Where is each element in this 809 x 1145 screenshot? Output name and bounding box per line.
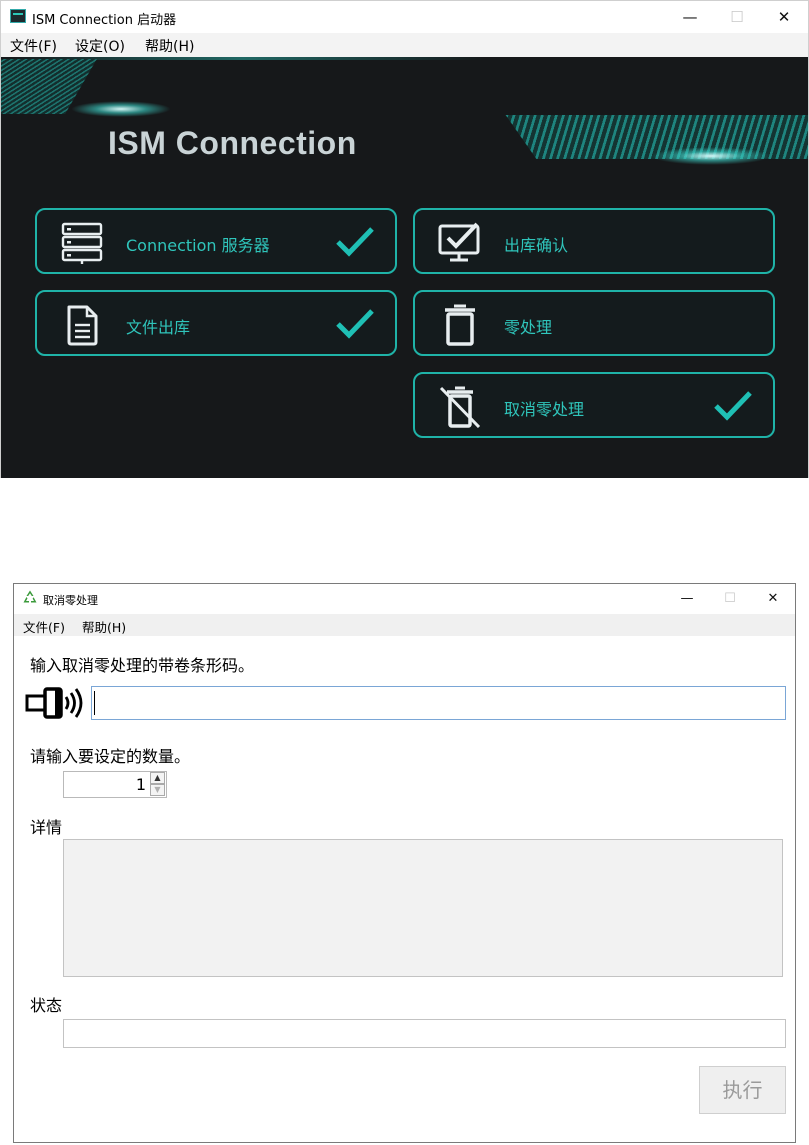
stepper-down-button[interactable]: ▼ — [150, 784, 165, 796]
stepper-up-button[interactable]: ▲ — [150, 772, 165, 784]
quantity-prompt: 请输入要设定的数量。 — [30, 747, 191, 766]
quantity-value: 1 — [135, 775, 146, 794]
text-cursor — [94, 691, 95, 715]
details-label: 详情 — [30, 818, 63, 837]
launcher-titlebar: ISM Connection 启动器 — ☐ ✕ — [1, 1, 808, 33]
menu-file[interactable]: 文件(F) — [10, 36, 57, 56]
status-label: 状态 — [30, 996, 63, 1015]
tile-cancel-zero-processing[interactable]: 取消零处理 — [413, 372, 775, 438]
close-button[interactable]: ✕ — [761, 5, 807, 29]
menu-help[interactable]: 帮助(H) — [82, 617, 126, 636]
tile-connection-server[interactable]: Connection 服务器 — [35, 208, 397, 274]
launcher-window: ISM Connection 启动器 — ☐ ✕ 文件(F) 设定(O) 帮助(… — [0, 0, 809, 478]
details-box[interactable] — [63, 839, 783, 977]
check-icon — [714, 391, 752, 421]
close-button[interactable]: ✕ — [750, 587, 796, 611]
tile-label: 文件出库 — [126, 318, 191, 337]
decor-glow — [71, 101, 171, 117]
maximize-button[interactable]: ☐ — [714, 5, 760, 29]
tile-shipping-confirm[interactable]: 出库确认 — [413, 208, 775, 274]
cancel-zero-dialog: 取消零处理 — ☐ ✕ 文件(F) 帮助(H) 输入取消零处理的带卷条形码。 请… — [13, 583, 796, 1143]
launcher-title: ISM Connection 启动器 — [32, 13, 177, 28]
minimize-button[interactable]: — — [664, 587, 710, 611]
status-field — [63, 1019, 786, 1048]
monitor-check-icon — [438, 222, 480, 262]
tile-label: 零处理 — [504, 318, 553, 337]
tile-zero-processing[interactable]: 零处理 — [413, 290, 775, 356]
execute-button[interactable]: 执行 — [699, 1066, 786, 1114]
decor-line — [1, 57, 808, 60]
trash-icon — [445, 304, 475, 346]
tile-file-shipping[interactable]: 文件出库 — [35, 290, 397, 356]
app-icon — [10, 9, 26, 23]
check-icon — [336, 309, 374, 339]
check-icon — [336, 227, 374, 257]
dialog-titlebar: 取消零处理 — ☐ ✕ — [14, 584, 795, 614]
menu-settings[interactable]: 设定(O) — [75, 36, 125, 56]
brand-title: ISM Connection — [108, 125, 357, 161]
maximize-button[interactable]: ☐ — [707, 587, 753, 611]
launcher-menubar: 文件(F) 设定(O) 帮助(H) — [1, 33, 808, 57]
quantity-stepper[interactable]: 1 ▲ ▼ — [63, 771, 167, 798]
barcode-input[interactable] — [91, 686, 786, 720]
barcode-prompt: 输入取消零处理的带卷条形码。 — [30, 656, 255, 675]
minimize-button[interactable]: — — [667, 5, 713, 29]
dialog-title: 取消零处理 — [43, 594, 98, 607]
server-icon — [61, 222, 103, 264]
launcher-panel: ISM Connection Connection 服务器 出库确认 文件出库 … — [1, 57, 808, 478]
decor-glow — [651, 147, 771, 165]
trash-cancel-icon — [439, 386, 481, 428]
menu-file[interactable]: 文件(F) — [23, 617, 65, 636]
document-icon — [67, 305, 98, 346]
dialog-menubar: 文件(F) 帮助(H) — [14, 614, 795, 636]
tile-label: 取消零处理 — [504, 400, 585, 419]
tile-label: 出库确认 — [504, 236, 569, 255]
menu-help[interactable]: 帮助(H) — [145, 36, 194, 56]
recycle-icon — [23, 590, 37, 603]
barcode-scanner-icon — [25, 687, 83, 719]
tile-label: Connection 服务器 — [126, 236, 270, 255]
